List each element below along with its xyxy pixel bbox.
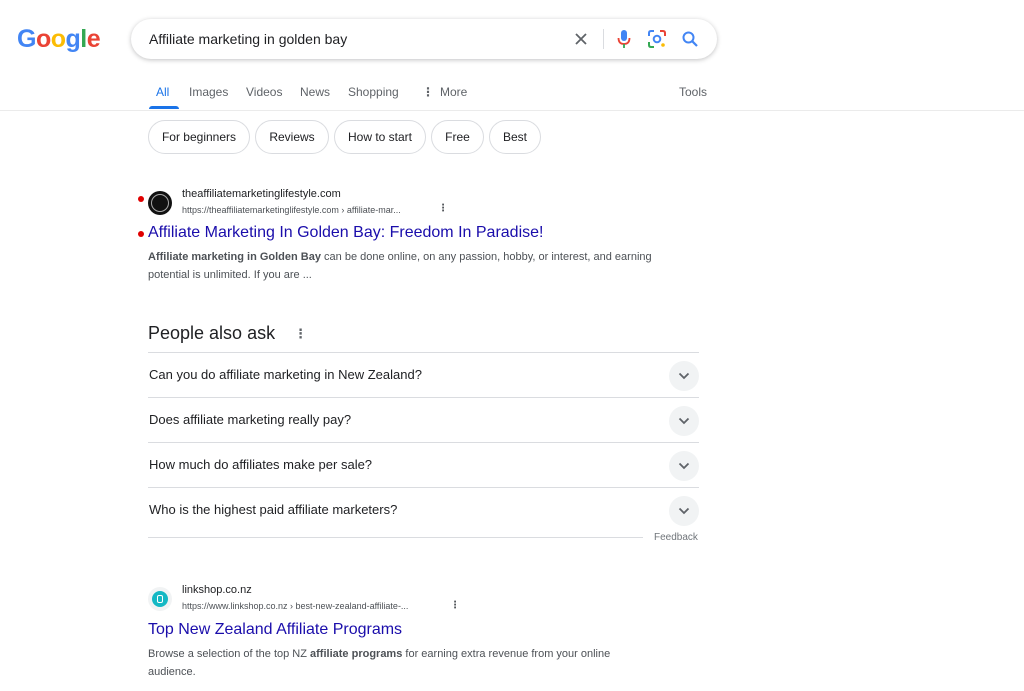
result-title-link[interactable]: Top New Zealand Affiliate Programs xyxy=(148,621,402,639)
paa-question[interactable]: How much do affiliates make per sale? xyxy=(148,442,699,487)
chip-reviews[interactable]: Reviews xyxy=(255,120,329,154)
logo-letter: o xyxy=(50,25,66,53)
result-menu-icon[interactable]: ⋮ xyxy=(438,203,448,214)
paa-question-text: Who is the highest paid affiliate market… xyxy=(149,502,398,517)
result-menu-icon[interactable]: ⋮ xyxy=(450,600,460,611)
tab-shopping[interactable]: Shopping xyxy=(348,85,399,99)
logo-letter: o xyxy=(35,25,51,53)
paa-menu-icon[interactable]: ⋮ xyxy=(294,326,307,342)
site-favicon[interactable] xyxy=(148,587,172,611)
chip-for-beginners[interactable]: For beginners xyxy=(148,120,250,154)
tab-all[interactable]: All xyxy=(156,85,169,99)
paa-question[interactable]: Does affiliate marketing really pay? xyxy=(148,397,699,442)
microphone-icon[interactable] xyxy=(612,27,636,51)
paa-question-text: How much do affiliates make per sale? xyxy=(149,457,373,472)
paa-question[interactable]: Can you do affiliate marketing in New Ze… xyxy=(148,352,699,397)
logo-letter: G xyxy=(17,25,36,53)
result-url[interactable]: https://theaffiliatemarketinglifestyle.c… xyxy=(182,205,401,215)
result-snippet: Affiliate marketing in Golden Bay can be… xyxy=(148,248,658,284)
paa-question[interactable]: Who is the highest paid affiliate market… xyxy=(148,487,699,532)
site-favicon[interactable] xyxy=(148,191,172,215)
result-site-name[interactable]: theaffiliatemarketinglifestyle.com xyxy=(182,188,341,200)
marker-dot xyxy=(138,231,144,237)
paa-question-text: Can you do affiliate marketing in New Ze… xyxy=(149,367,422,382)
result-snippet: Browse a selection of the top NZ affilia… xyxy=(148,645,658,681)
logo-letter: g xyxy=(65,25,81,53)
lens-icon[interactable] xyxy=(645,27,669,51)
google-logo[interactable]: Google xyxy=(17,25,101,54)
snippet-highlight: Affiliate marketing in Golden Bay xyxy=(148,251,321,263)
paa-divider xyxy=(148,537,643,538)
chip-how-to-start[interactable]: How to start xyxy=(334,120,426,154)
snippet-text: Browse a selection of the top NZ xyxy=(148,648,311,660)
chevron-down-icon[interactable] xyxy=(669,496,699,526)
chip-best[interactable]: Best xyxy=(489,120,541,154)
result-url[interactable]: https://www.linkshop.co.nz › best-new-ze… xyxy=(182,601,408,611)
more-dots-icon: ⋮ xyxy=(422,85,434,99)
tab-more-label: More xyxy=(440,85,468,99)
tab-more[interactable]: ⋮ More xyxy=(422,85,467,99)
active-tab-indicator xyxy=(149,106,179,109)
favicon-emblem-icon xyxy=(151,194,169,212)
search-icon[interactable] xyxy=(678,27,702,51)
tab-videos[interactable]: Videos xyxy=(246,85,282,99)
search-divider xyxy=(603,29,604,49)
chevron-down-icon[interactable] xyxy=(669,451,699,481)
tools-button[interactable]: Tools xyxy=(679,85,707,99)
logo-letter: e xyxy=(86,25,101,53)
paa-question-text: Does affiliate marketing really pay? xyxy=(149,412,352,427)
result-site-name[interactable]: linkshop.co.nz xyxy=(182,584,252,596)
chip-free[interactable]: Free xyxy=(431,120,484,154)
linkshop-logo-icon xyxy=(152,591,168,607)
chevron-down-icon[interactable] xyxy=(669,361,699,391)
chevron-down-icon[interactable] xyxy=(669,406,699,436)
tab-images[interactable]: Images xyxy=(189,85,228,99)
search-box[interactable]: Affiliate marketing in golden bay xyxy=(131,19,717,59)
snippet-highlight: affiliate programs xyxy=(310,648,403,660)
feedback-link[interactable]: Feedback xyxy=(654,532,698,543)
marker-dot xyxy=(138,196,144,202)
paa-title: People also ask xyxy=(148,323,276,343)
tabs-divider xyxy=(0,110,1024,111)
search-input[interactable]: Affiliate marketing in golden bay xyxy=(149,31,347,47)
search-tabs: All Images Videos News Shopping ⋮ More To… xyxy=(148,84,718,110)
result-title-link[interactable]: Affiliate Marketing In Golden Bay: Freed… xyxy=(148,224,543,242)
close-icon[interactable] xyxy=(569,27,593,51)
tab-news[interactable]: News xyxy=(300,85,330,99)
